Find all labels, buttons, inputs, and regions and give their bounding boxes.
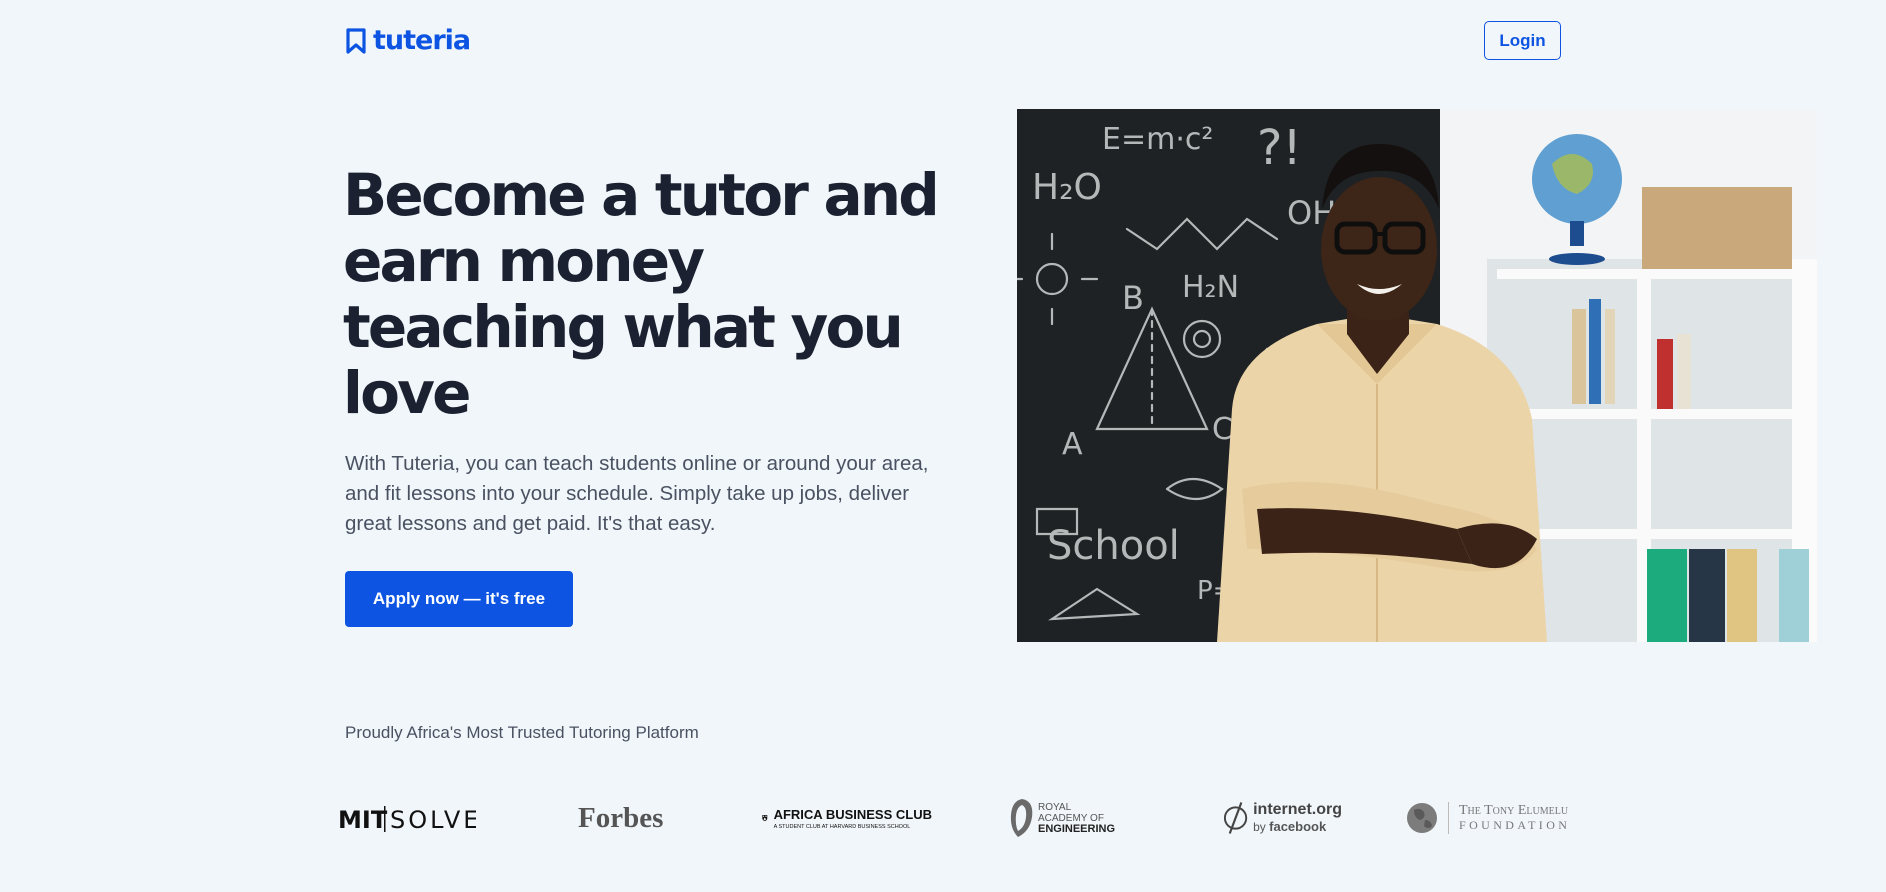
royal-academy-engineering-logo: ROYAL ACADEMY OF ENGINEERING [1008,788,1128,848]
svg-text:SOLVE: SOLVE [390,806,476,834]
svg-text:A: A [1062,427,1083,462]
divider [1448,802,1449,834]
login-button[interactable]: Login [1484,21,1561,60]
hero-subtext: With Tuteria, you can teach students onl… [345,452,929,535]
brand-name: tuteria [373,25,471,56]
mit-solve-logo: MIT SOLVE [336,788,476,848]
globe-icon [1407,803,1437,833]
hero-headline: Become a tutor and earn money teaching w… [343,161,940,427]
svg-text:H₂N: H₂N [1182,270,1239,305]
partner-logos: MIT SOLVE Forbes AFRICA BUSINESS CLUB A … [336,788,1596,848]
svg-text:?!: ?! [1257,120,1302,176]
svg-text:H₂O: H₂O [1032,167,1102,208]
svg-text:B: B [1122,279,1144,317]
bookmark-icon [346,28,366,54]
hero-image: E=m·c² ?! H₂O OH B H₂N A C School P= [1017,109,1817,642]
tuteria-logo[interactable]: tuteria [345,25,471,56]
svg-text:MIT: MIT [338,806,388,834]
internet-org-logo: internet.org by facebook [1222,788,1342,848]
forbes-logo: Forbes [578,801,664,834]
trust-title: Proudly Africa's Most Trusted Tutoring P… [345,723,699,742]
rae-mark-icon [1010,799,1033,837]
apply-now-button[interactable]: Apply now — it's free [345,571,573,627]
africa-business-club-logo: AFRICA BUSINESS CLUB A STUDENT CLUB AT H… [762,788,932,848]
svg-text:E=m·c²: E=m·c² [1102,122,1213,157]
tony-elumelu-foundation-logo: The Tony Elumelu FOUNDATION [1406,788,1596,848]
harvard-shield-icon [762,815,768,822]
svg-text:C: C [1212,412,1233,447]
tutor-photo: E=m·c² ?! H₂O OH B H₂N A C School P= [1017,109,1817,642]
svg-text:School: School [1047,523,1180,569]
internet-org-mark-icon [1223,802,1248,834]
